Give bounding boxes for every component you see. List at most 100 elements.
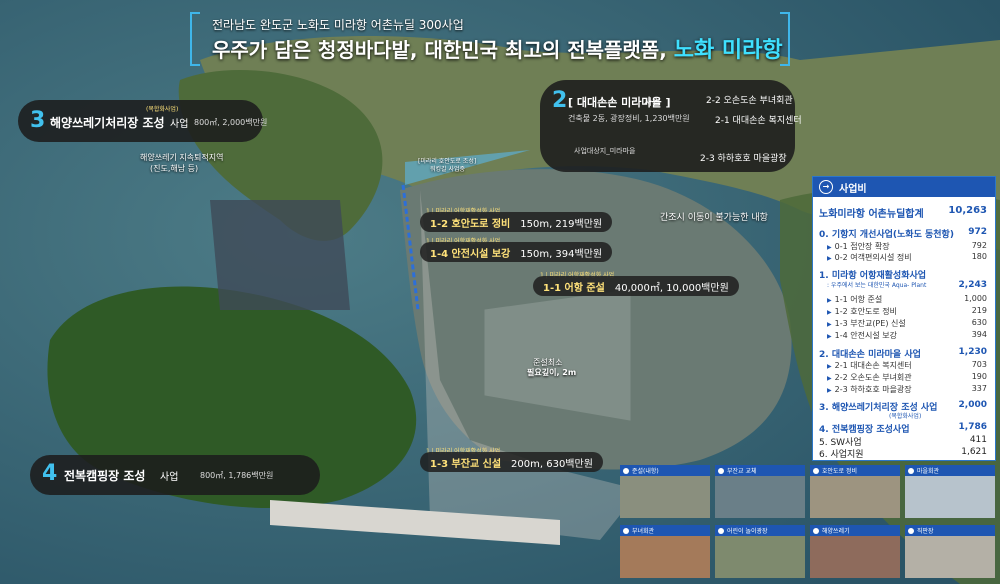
bullet-icon: ▶ <box>827 363 832 370</box>
tag-1-3-detail: 200m, 630백만원 <box>511 458 593 470</box>
dot-icon <box>813 527 819 534</box>
budget-extra-6: 6. 사업지원 1,621 <box>819 447 987 460</box>
budget-item: ▶ 2-3 하하호호 마을광장 337 <box>819 384 987 395</box>
gallery-item[interactable]: 마을회관 <box>905 465 995 518</box>
tag-1-3-name: 1-3 부잔교 신설 <box>430 458 502 470</box>
item-label: 2-2 오손도손 부녀회관 <box>834 373 912 382</box>
bullet-icon: ▶ <box>827 309 832 316</box>
callout-2-item-1: 2-2 오손도손 부녀회관 <box>706 96 793 106</box>
gallery-item[interactable]: 준설(내항) <box>620 465 710 518</box>
callout-2-item-2: 2-1 대대손손 복지센터 <box>715 116 802 126</box>
item-label: 1-4 안전시설 보강 <box>834 331 897 340</box>
title-highlight: 노화 미라항 <box>673 38 783 63</box>
budget-item: ▶ 0-2 여객편의시설 정비 180 <box>819 252 987 263</box>
gallery-item[interactable]: 해양쓰레기 <box>810 525 900 578</box>
dredge-label-2: 필요깊이, 2m <box>527 368 577 377</box>
tag-1-2[interactable]: 1-2 호안도로 정비 150m, 219백만원 <box>420 212 613 232</box>
callout-2-detail: 건축물 2동, 광장정비, 1,230백만원 <box>568 114 690 123</box>
tide-note: 간조시 이동이 불가능한 내항 <box>660 213 768 223</box>
gallery-item[interactable]: 직판장 <box>905 525 995 578</box>
budget-section-2: 2. 대대손손 미라마을 사업 1,230 <box>819 347 987 360</box>
budget-section-0: 0. 기항지 개선사업(노화도 동천항) 972 <box>819 227 987 240</box>
callout-4[interactable]: 4 전복캠핑장 조성 사업 800㎡, 1,786백만원 <box>30 455 320 495</box>
callout-3-note2: (진도,해남 등) <box>150 164 199 173</box>
item-label: 2-3 하하호호 마을광장 <box>834 385 912 394</box>
item-label: 1-3 부잔교(PE) 신설 <box>834 319 906 328</box>
item-value: 703 <box>971 360 987 369</box>
callout-2-note: 사업대상지_미라마을 <box>574 147 636 155</box>
extra-value: 1,621 <box>961 447 987 457</box>
section-value: 972 <box>968 227 987 237</box>
bullet-icon: ▶ <box>827 375 832 382</box>
callout-3-name: 해양쓰레기처리장 조성 <box>50 116 165 130</box>
section-sub: (복합화사업) <box>889 413 922 420</box>
budget-item: ▶ 1-3 부잔교(PE) 신설 630 <box>819 318 987 329</box>
gallery-label: 호안도로 정비 <box>822 468 858 475</box>
budget-item: ▶ 2-1 대대손손 복지센터 703 <box>819 360 987 371</box>
callout-2-item-3: 2-3 하하호호 마을광장 <box>700 154 787 164</box>
item-value: 180 <box>971 252 987 261</box>
item-label: 0-2 여객편의시설 정비 <box>834 253 912 262</box>
callout-3-tag: (복합화사업) <box>146 106 179 113</box>
title-main: 우주가 담은 청정바다밭, 대한민국 최고의 전복플랫폼, <box>212 38 667 62</box>
dot-icon <box>813 467 819 474</box>
section-value: 1,230 <box>958 347 987 357</box>
tag-1-1-name: 1-1 어항 준설 <box>543 282 605 294</box>
tag-1-4-name: 1-4 안전시설 보강 <box>430 248 511 260</box>
photo-gallery: 준설(내항) 부잔교 교체 호안도로 정비 마을회관 부녀회관 어린이 놀이광장… <box>620 465 996 581</box>
header-title: 우주가 담은 청정바다밭, 대한민국 최고의 전복플랫폼, 노화 미라항 <box>212 32 783 64</box>
gallery-label: 해양쓰레기 <box>822 528 850 535</box>
dot-icon <box>623 467 629 474</box>
gallery-item[interactable]: 부잔교 교체 <box>715 465 805 518</box>
tag-1-4[interactable]: 1-4 안전시설 보강 150m, 394백만원 <box>420 242 613 262</box>
item-label: 2-1 대대손손 복지센터 <box>834 361 912 370</box>
gallery-item[interactable]: 부녀회관 <box>620 525 710 578</box>
callout-4-name: 전복캠핑장 조성 <box>64 469 146 483</box>
dot-icon <box>908 527 914 534</box>
gallery-label: 직판장 <box>917 528 934 535</box>
gallery-label: 부녀회관 <box>632 528 655 535</box>
section-title: 4. 전복캠핑장 조성사업 <box>819 425 910 435</box>
budget-total-value: 10,263 <box>948 205 987 216</box>
tag-1-2-name: 1-2 호안도로 정비 <box>430 218 511 230</box>
callout-2-number: 2 <box>552 88 568 113</box>
dot-icon <box>623 527 629 534</box>
item-value: 792 <box>971 241 987 250</box>
callout-2[interactable]: 2 [ 대대손손 미라마을 ] 사업 건축물 2동, 광장정비, 1,230백만… <box>540 80 802 172</box>
callout-4-type: 사업 <box>160 472 179 483</box>
section-value: 1,786 <box>958 422 987 432</box>
section-title: 0. 기항지 개선사업(노화도 동천항) <box>819 230 954 240</box>
dot-icon <box>908 467 914 474</box>
item-value: 337 <box>971 384 987 393</box>
budget-section-1-sub: : 우주에서 보는 대한민국 Aqua- Plant 2,243 <box>819 280 987 290</box>
budget-item: ▶ 2-2 오손도손 부녀회관 190 <box>819 372 987 383</box>
section-value: 2,243 <box>958 280 987 290</box>
callout-3-number: 3 <box>30 108 46 133</box>
bullet-icon: ▶ <box>827 244 832 251</box>
budget-item: ▶ 1-4 안전시설 보강 394 <box>819 330 987 341</box>
tag-1-1[interactable]: 1-1 어항 준설 40,000㎡, 10,000백만원 <box>533 276 739 296</box>
item-value: 219 <box>971 306 987 315</box>
callout-4-number: 4 <box>42 461 58 486</box>
section-title: 2. 대대손손 미라마을 사업 <box>819 350 921 360</box>
callout-3-note1: 해양쓰레기 지속퇴적지역 <box>140 153 224 162</box>
gallery-item[interactable]: 어린이 놀이광장 <box>715 525 805 578</box>
budget-total: 노화미라항 어촌뉴딜합계 10,263 <box>819 205 987 220</box>
callout-3[interactable]: 3 해양쓰레기처리장 조성 사업 (복합화사업) 800㎡, 2,000백만원 <box>18 100 267 142</box>
callout-3-detail: 800㎡, 2,000백만원 <box>194 118 268 127</box>
budget-total-label: 노화미라항 어촌뉴딜합계 <box>819 209 924 220</box>
budget-panel: → 사업비 노화미라항 어촌뉴딜합계 10,263 0. 기항지 개선사업(노화도 … <box>812 176 996 461</box>
budget-section-4: 4. 전복캠핑장 조성사업 1,786 <box>819 422 987 435</box>
item-label: 0-1 접안장 확장 <box>834 242 890 251</box>
header-bracket-left <box>190 12 200 66</box>
extra-label: 6. 사업지원 <box>819 450 864 460</box>
item-value: 630 <box>971 318 987 327</box>
road-label-2: 워킹길 사업중 <box>430 166 466 173</box>
tag-1-2-detail: 150m, 219백만원 <box>520 218 603 230</box>
page-header: 전라남도 완도군 노화도 미라항 어촌뉴딜 300사업 우주가 담은 청정바다밭… <box>190 10 790 66</box>
item-value: 1,000 <box>964 294 987 303</box>
item-label: 1-2 호안도로 정비 <box>834 307 897 316</box>
tag-1-3[interactable]: 1-3 부잔교 신설 200m, 630백만원 <box>420 452 603 472</box>
dot-icon <box>718 527 724 534</box>
gallery-item[interactable]: 호안도로 정비 <box>810 465 900 518</box>
